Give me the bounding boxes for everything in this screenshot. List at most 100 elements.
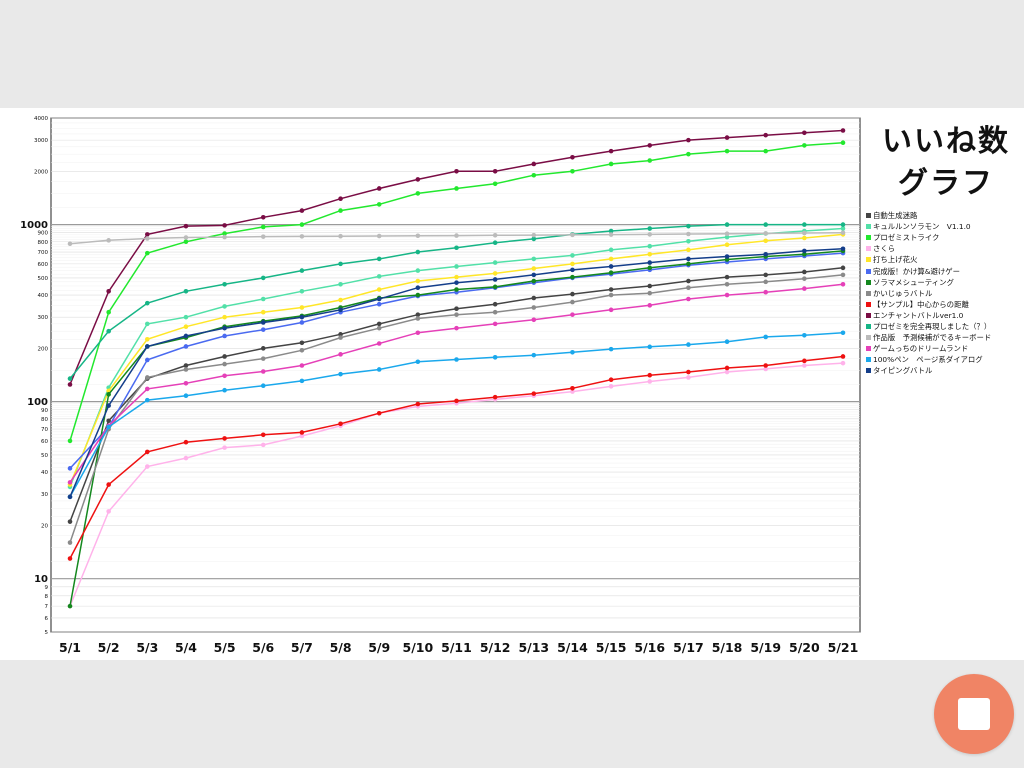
data-point: [222, 361, 227, 367]
y-axis-ticks: 5 6 7 8 910 20 30 40 50 60 70 80 90100 200 300 400 500 60…: [20, 116, 48, 636]
data-point: [686, 261, 691, 267]
data-point: [415, 330, 421, 336]
legend-swatch: [866, 301, 871, 307]
y-tick-label: 700: [38, 250, 49, 256]
data-point: [492, 321, 498, 327]
data-point: [531, 172, 537, 178]
data-point: [415, 316, 421, 321]
legend-label: キュルルンソラモン V1.1.0: [873, 222, 971, 232]
data-point: [415, 401, 421, 407]
y-tick-label: 30: [41, 492, 48, 498]
data-point: [338, 196, 343, 202]
data-point: [183, 439, 189, 445]
x-tick-label: 5/10: [403, 640, 434, 655]
data-point: [145, 386, 150, 392]
data-point: [647, 243, 653, 249]
legend-label: 自動生成迷路: [873, 211, 918, 221]
y-tick-label: 400: [38, 293, 49, 299]
data-point: [608, 247, 614, 253]
data-point: [260, 214, 266, 220]
data-point: [840, 246, 846, 252]
data-point: [183, 393, 189, 399]
data-point: [415, 278, 421, 284]
data-point: [608, 377, 614, 383]
y-tick-label: 8: [45, 594, 49, 600]
legend-swatch: [866, 268, 871, 274]
data-point: [454, 264, 459, 269]
data-point: [802, 235, 807, 241]
data-point: [724, 292, 730, 298]
data-point: [724, 242, 730, 247]
data-point: [299, 305, 305, 310]
data-point: [570, 154, 575, 160]
y-tick-label: 20: [41, 523, 48, 529]
data-point: [67, 480, 73, 485]
data-point: [840, 272, 846, 278]
data-point: [376, 202, 382, 207]
y-tick-label: 50: [41, 453, 48, 459]
data-point: [260, 320, 266, 325]
data-point: [492, 355, 498, 360]
data-point: [338, 208, 343, 213]
data-point: [647, 303, 653, 308]
data-point: [222, 304, 227, 309]
data-point: [686, 238, 691, 244]
data-point: [454, 233, 459, 238]
stop-button[interactable]: [934, 674, 1014, 754]
data-point: [840, 330, 846, 336]
data-point: [67, 466, 73, 471]
y-tick-label: 2000: [34, 169, 48, 175]
data-point: [376, 367, 382, 372]
data-point: [492, 394, 498, 400]
data-point: [222, 325, 227, 331]
data-point: [338, 352, 343, 357]
data-point: [415, 285, 421, 291]
legend-swatch: [866, 290, 871, 296]
data-point: [647, 158, 653, 163]
x-axis-ticks: 5/1 5/2 5/3 5/4 5/5 5/6 5/7 5/8 5/9 5/10 5/11 5/12 5…: [59, 640, 858, 655]
data-point: [492, 260, 498, 265]
y-tick-label: 5: [45, 630, 49, 636]
data-point: [454, 325, 459, 331]
legend-label: さくら: [873, 244, 896, 254]
legend-item: 打ち上げ花火: [866, 254, 1024, 265]
data-point: [222, 373, 227, 379]
data-point: [376, 325, 382, 331]
data-point: [686, 137, 691, 143]
y-tick-label: 9: [45, 585, 49, 591]
plot-area: [50, 117, 861, 633]
data-point: [840, 128, 846, 133]
data-point: [763, 279, 768, 285]
data-point: [647, 226, 653, 231]
data-point: [724, 222, 730, 227]
data-point: [415, 233, 421, 239]
data-point: [106, 289, 111, 294]
data-point: [570, 168, 575, 174]
data-point: [763, 363, 768, 368]
data-point: [106, 238, 111, 243]
legend-label: プロゼミを完全再現しました（？）: [873, 321, 992, 331]
data-point: [145, 464, 150, 469]
data-point: [840, 140, 846, 146]
legend-item: 100%ペン ページ系ダイアログ: [866, 354, 1024, 365]
data-point: [763, 272, 768, 278]
data-point: [338, 297, 343, 303]
data-point: [260, 309, 266, 315]
data-point: [492, 309, 498, 315]
data-point: [222, 282, 227, 287]
data-point: [608, 256, 614, 262]
data-point: [67, 241, 73, 247]
legend-swatch: [866, 257, 871, 263]
data-point: [840, 360, 846, 366]
legend-swatch: [866, 368, 871, 374]
data-point: [260, 432, 266, 438]
data-point: [802, 358, 807, 364]
data-point: [338, 335, 343, 340]
data-point: [492, 233, 498, 238]
data-point: [260, 224, 266, 230]
data-point: [376, 186, 382, 191]
data-point: [67, 603, 73, 609]
data-point: [570, 274, 575, 280]
data-point: [724, 148, 730, 154]
data-point: [686, 278, 691, 284]
